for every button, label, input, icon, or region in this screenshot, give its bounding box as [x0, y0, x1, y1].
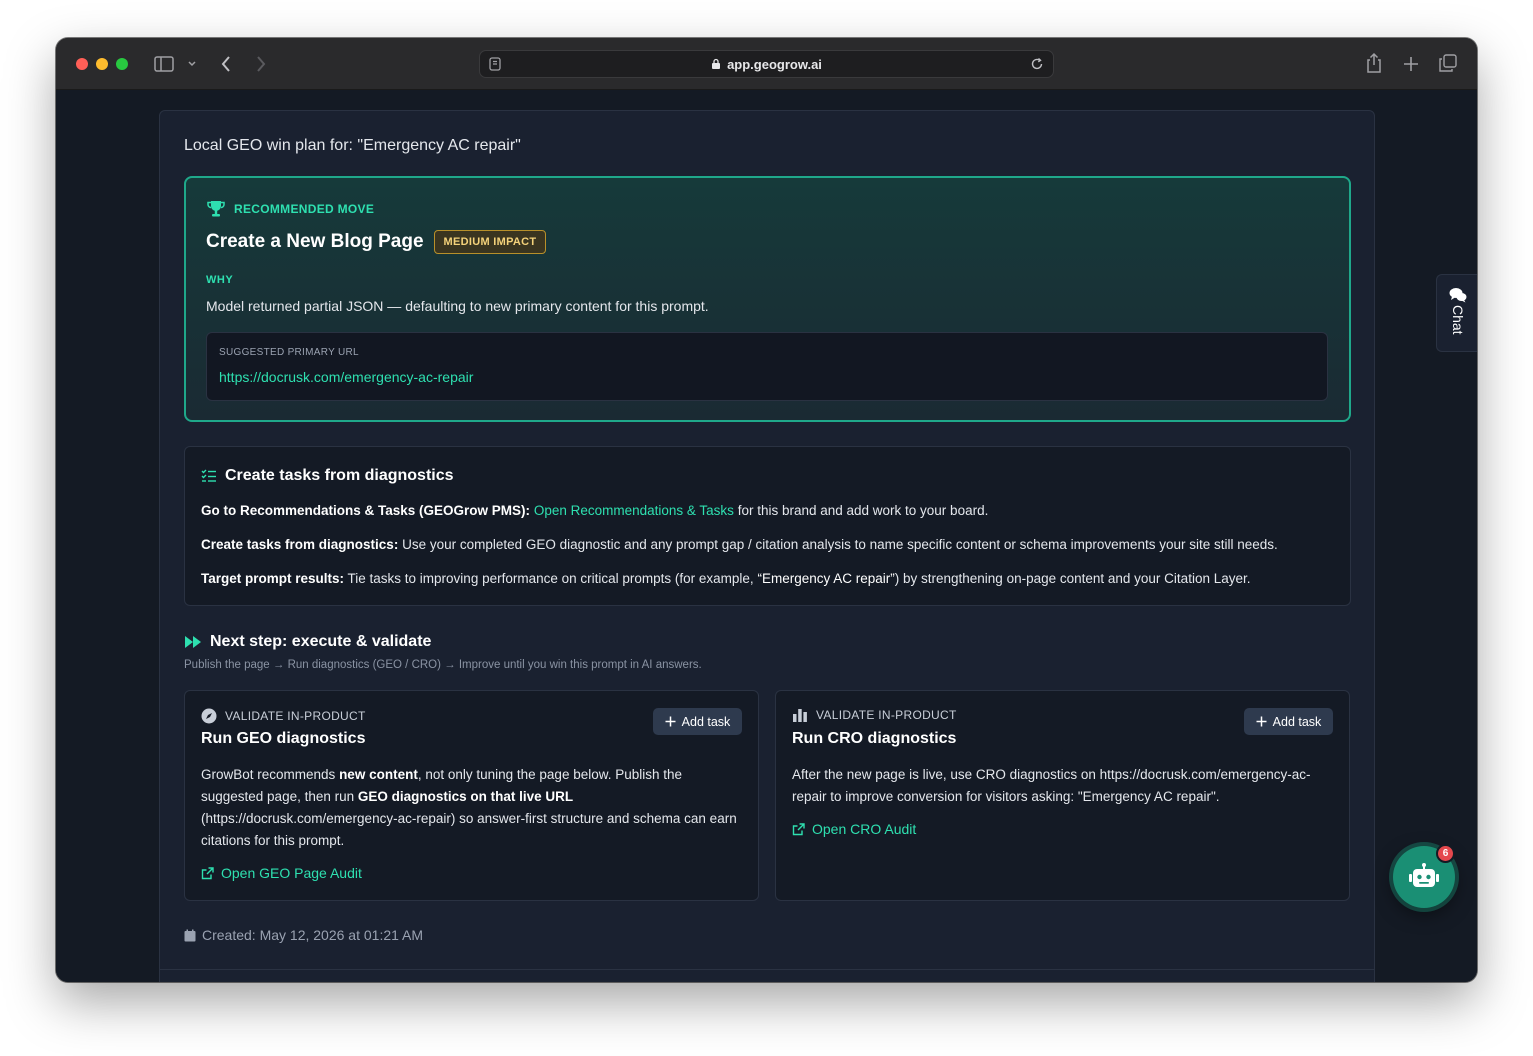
- calendar-icon: [184, 929, 196, 941]
- recommended-title-row: Create a New Blog Page MEDIUM IMPACT: [206, 230, 547, 254]
- created-timestamp: Created: May 12, 2026 at 01:21 AM: [184, 927, 423, 943]
- close-window-button[interactable]: [76, 58, 88, 70]
- trophy-icon: [207, 201, 225, 217]
- suggested-url-link[interactable]: https://docrusk.com/emergency-ac-repair: [219, 369, 473, 385]
- open-recommendations-link[interactable]: Open Recommendations & Tasks: [534, 503, 734, 518]
- plus-icon: [665, 716, 676, 727]
- checklist-icon: [201, 469, 216, 482]
- browser-window: app.geogrow.ai Local GEO win plan for: "…: [56, 38, 1477, 982]
- impact-badge: MEDIUM IMPACT: [433, 230, 547, 254]
- open-cro-audit-link[interactable]: Open CRO Audit: [792, 821, 916, 837]
- fast-forward-icon: [185, 636, 201, 648]
- reader-icon[interactable]: [489, 57, 501, 71]
- geo-card-body: GrowBot recommends new content, not only…: [201, 767, 737, 848]
- recommended-title: Create a New Blog Page: [206, 231, 424, 252]
- cro-card-body: After the new page is live, use CRO diag…: [792, 767, 1311, 804]
- suggested-url-label: SUGGESTED PRIMARY URL: [219, 347, 359, 358]
- browser-titlebar: app.geogrow.ai: [56, 38, 1477, 90]
- tasks-line-2: Create tasks from diagnostics: Use your …: [201, 537, 1278, 552]
- next-step-heading: Next step: execute & validate: [184, 633, 431, 651]
- plan-card: Local GEO win plan for: "Emergency AC re…: [159, 110, 1375, 982]
- address-bar[interactable]: app.geogrow.ai: [479, 50, 1054, 78]
- chat-tab[interactable]: Chat: [1436, 274, 1477, 352]
- tab-overview-icon[interactable]: [1439, 54, 1457, 72]
- maximize-window-button[interactable]: [116, 58, 128, 70]
- recommended-label: RECOMMENDED MOVE: [206, 200, 374, 218]
- minimize-window-button[interactable]: [96, 58, 108, 70]
- url-text: app.geogrow.ai: [727, 56, 822, 72]
- tasks-line-3: Target prompt results: Tie tasks to impr…: [201, 571, 1251, 586]
- lock-icon: [712, 58, 721, 69]
- cro-card-title: Run CRO diagnostics: [792, 730, 957, 747]
- cro-add-task-button[interactable]: Add task: [1244, 708, 1333, 735]
- cro-diagnostics-card: VALIDATE IN-PRODUCT Run CRO diagnostics …: [775, 690, 1350, 901]
- bar-chart-icon: [793, 709, 807, 722]
- chevron-down-icon[interactable]: [187, 60, 197, 68]
- recommended-move-panel: RECOMMENDED MOVE Create a New Blog Page …: [184, 176, 1351, 422]
- suggested-url-box: SUGGESTED PRIMARY URL https://docrusk.co…: [206, 332, 1328, 401]
- geo-card-title: Run GEO diagnostics: [201, 730, 366, 747]
- plan-title: Local GEO win plan for: "Emergency AC re…: [184, 137, 521, 154]
- plus-icon: [1256, 716, 1267, 727]
- app-page: Local GEO win plan for: "Emergency AC re…: [56, 90, 1477, 982]
- divider: [160, 969, 1374, 970]
- cro-card-label: VALIDATE IN-PRODUCT: [792, 708, 957, 722]
- compass-icon: [201, 708, 217, 724]
- tasks-heading: Create tasks from diagnostics: [201, 467, 454, 485]
- why-label: WHY: [206, 274, 234, 286]
- why-text: Model returned partial JSON — defaulting…: [206, 298, 709, 314]
- external-link-icon: [201, 866, 214, 879]
- back-icon[interactable]: [220, 55, 232, 73]
- tasks-line-1: Go to Recommendations & Tasks (GEOGrow P…: [201, 503, 989, 518]
- reload-icon[interactable]: [1030, 57, 1044, 71]
- new-tab-icon[interactable]: [1403, 56, 1419, 72]
- robot-icon: [1409, 863, 1439, 887]
- notification-badge: 6: [1436, 844, 1455, 863]
- geo-add-task-button[interactable]: Add task: [653, 708, 742, 735]
- open-geo-audit-link[interactable]: Open GEO Page Audit: [201, 865, 362, 881]
- share-icon[interactable]: [1365, 52, 1383, 74]
- geo-card-label: VALIDATE IN-PRODUCT: [201, 708, 366, 724]
- geo-diagnostics-card: VALIDATE IN-PRODUCT Run GEO diagnostics …: [184, 690, 759, 901]
- next-step-subtitle: Publish the page → Run diagnostics (GEO …: [184, 659, 702, 671]
- tasks-panel: Create tasks from diagnostics Go to Reco…: [184, 446, 1351, 606]
- external-link-icon: [792, 822, 805, 835]
- forward-icon[interactable]: [255, 55, 267, 73]
- sidebar-toggle-icon[interactable]: [154, 56, 174, 72]
- chat-bubbles-icon: [1449, 288, 1467, 303]
